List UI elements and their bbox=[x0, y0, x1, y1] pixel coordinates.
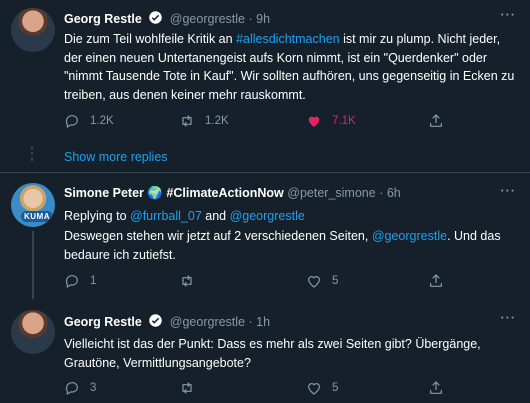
retweet-button[interactable]: 1.2K bbox=[179, 113, 229, 129]
tweet-georg-2[interactable]: Georg Restle @georgrestle · 1h ··· Viell… bbox=[0, 299, 530, 403]
mention-link[interactable]: @georgrestle bbox=[230, 209, 305, 223]
verified-icon bbox=[148, 10, 163, 28]
author-handle[interactable]: @georgrestle bbox=[170, 12, 245, 26]
show-more-replies-link[interactable]: Show more replies bbox=[64, 150, 168, 164]
retweet-button[interactable] bbox=[179, 273, 205, 289]
tweet-georg-1[interactable]: Georg Restle @georgrestle · 9h ··· Die z… bbox=[0, 0, 530, 140]
retweet-count: 1.2K bbox=[205, 115, 229, 127]
reply-count: 3 bbox=[90, 382, 97, 394]
share-icon bbox=[430, 274, 442, 287]
author-name[interactable]: Georg Restle bbox=[64, 12, 142, 26]
heart-filled-icon bbox=[308, 116, 320, 127]
tweet-header: Simone Peter 🌍 #ClimateActionNow @peter_… bbox=[64, 186, 401, 201]
tweet-time[interactable]: · 1h bbox=[249, 315, 271, 329]
tweet-actions: 1.2K 1.2K 7.1K bbox=[64, 113, 454, 131]
avatar[interactable] bbox=[11, 310, 55, 354]
tweet-simone[interactable]: KUMA Simone Peter 🌍 #ClimateActionNow @p… bbox=[0, 173, 530, 299]
more-options-icon[interactable]: ··· bbox=[501, 8, 517, 22]
tweet-time[interactable]: · 6h bbox=[379, 186, 401, 200]
avatar[interactable]: KUMA bbox=[11, 183, 55, 227]
tweet-text: Vielleicht ist das der Punkt: Dass es me… bbox=[64, 337, 481, 370]
reply-button[interactable]: 1 bbox=[64, 273, 96, 289]
thread-line bbox=[32, 231, 34, 299]
tweet-time[interactable]: · 9h bbox=[249, 12, 271, 26]
reply-count: 1 bbox=[90, 275, 97, 287]
heart-icon bbox=[308, 276, 320, 288]
reply-count: 1.2K bbox=[90, 115, 114, 127]
retweet-icon bbox=[182, 382, 192, 394]
avatar[interactable] bbox=[11, 8, 55, 52]
more-options-icon[interactable]: ··· bbox=[501, 311, 517, 325]
reply-button[interactable]: 1.2K bbox=[64, 113, 114, 129]
author-name[interactable]: Georg Restle bbox=[64, 315, 142, 329]
tweet-header: Georg Restle @georgrestle · 9h bbox=[64, 10, 270, 28]
author-name[interactable]: Simone Peter 🌍 #ClimateActionNow bbox=[64, 186, 284, 200]
hashtag-link[interactable]: #allesdichtmachen bbox=[236, 32, 340, 46]
tweet-actions: 1 5 bbox=[64, 273, 454, 291]
tweet-actions: 3 5 bbox=[64, 380, 454, 398]
share-button[interactable] bbox=[428, 273, 454, 289]
retweet-button[interactable] bbox=[179, 380, 205, 396]
reply-button[interactable]: 3 bbox=[64, 380, 96, 396]
reply-icon bbox=[65, 382, 78, 396]
replying-to: Replying to @furrball_07 and @georgrestl… bbox=[64, 209, 305, 223]
more-options-icon[interactable]: ··· bbox=[501, 184, 517, 198]
share-icon bbox=[430, 381, 442, 394]
mention-link[interactable]: @furrball_07 bbox=[130, 209, 202, 223]
tweet-text: Die zum Teil wohlfeile Kritik an #allesd… bbox=[64, 32, 515, 102]
share-icon bbox=[430, 114, 442, 127]
tweet-text: Deswegen stehen wir jetzt auf 2 verschie… bbox=[64, 229, 501, 262]
like-button[interactable]: 5 bbox=[306, 380, 338, 396]
verified-icon bbox=[148, 313, 163, 331]
avatar-badge: KUMA bbox=[21, 211, 53, 222]
thread-dots bbox=[31, 146, 34, 164]
like-count: 5 bbox=[332, 275, 339, 287]
tweet-header: Georg Restle @georgrestle · 1h bbox=[64, 313, 270, 331]
share-button[interactable] bbox=[428, 113, 454, 129]
author-handle[interactable]: @peter_simone bbox=[287, 186, 375, 200]
like-count: 7.1K bbox=[332, 115, 356, 127]
like-count: 5 bbox=[332, 382, 339, 394]
reply-icon bbox=[65, 275, 78, 289]
mention-link[interactable]: @georgrestle bbox=[372, 229, 447, 243]
heart-icon bbox=[308, 383, 320, 395]
retweet-icon bbox=[182, 115, 192, 127]
like-button[interactable]: 5 bbox=[306, 273, 338, 289]
retweet-icon bbox=[182, 275, 192, 287]
reply-icon bbox=[65, 115, 78, 129]
author-handle[interactable]: @georgrestle bbox=[170, 315, 245, 329]
share-button[interactable] bbox=[428, 380, 454, 396]
like-button[interactable]: 7.1K bbox=[306, 113, 356, 129]
